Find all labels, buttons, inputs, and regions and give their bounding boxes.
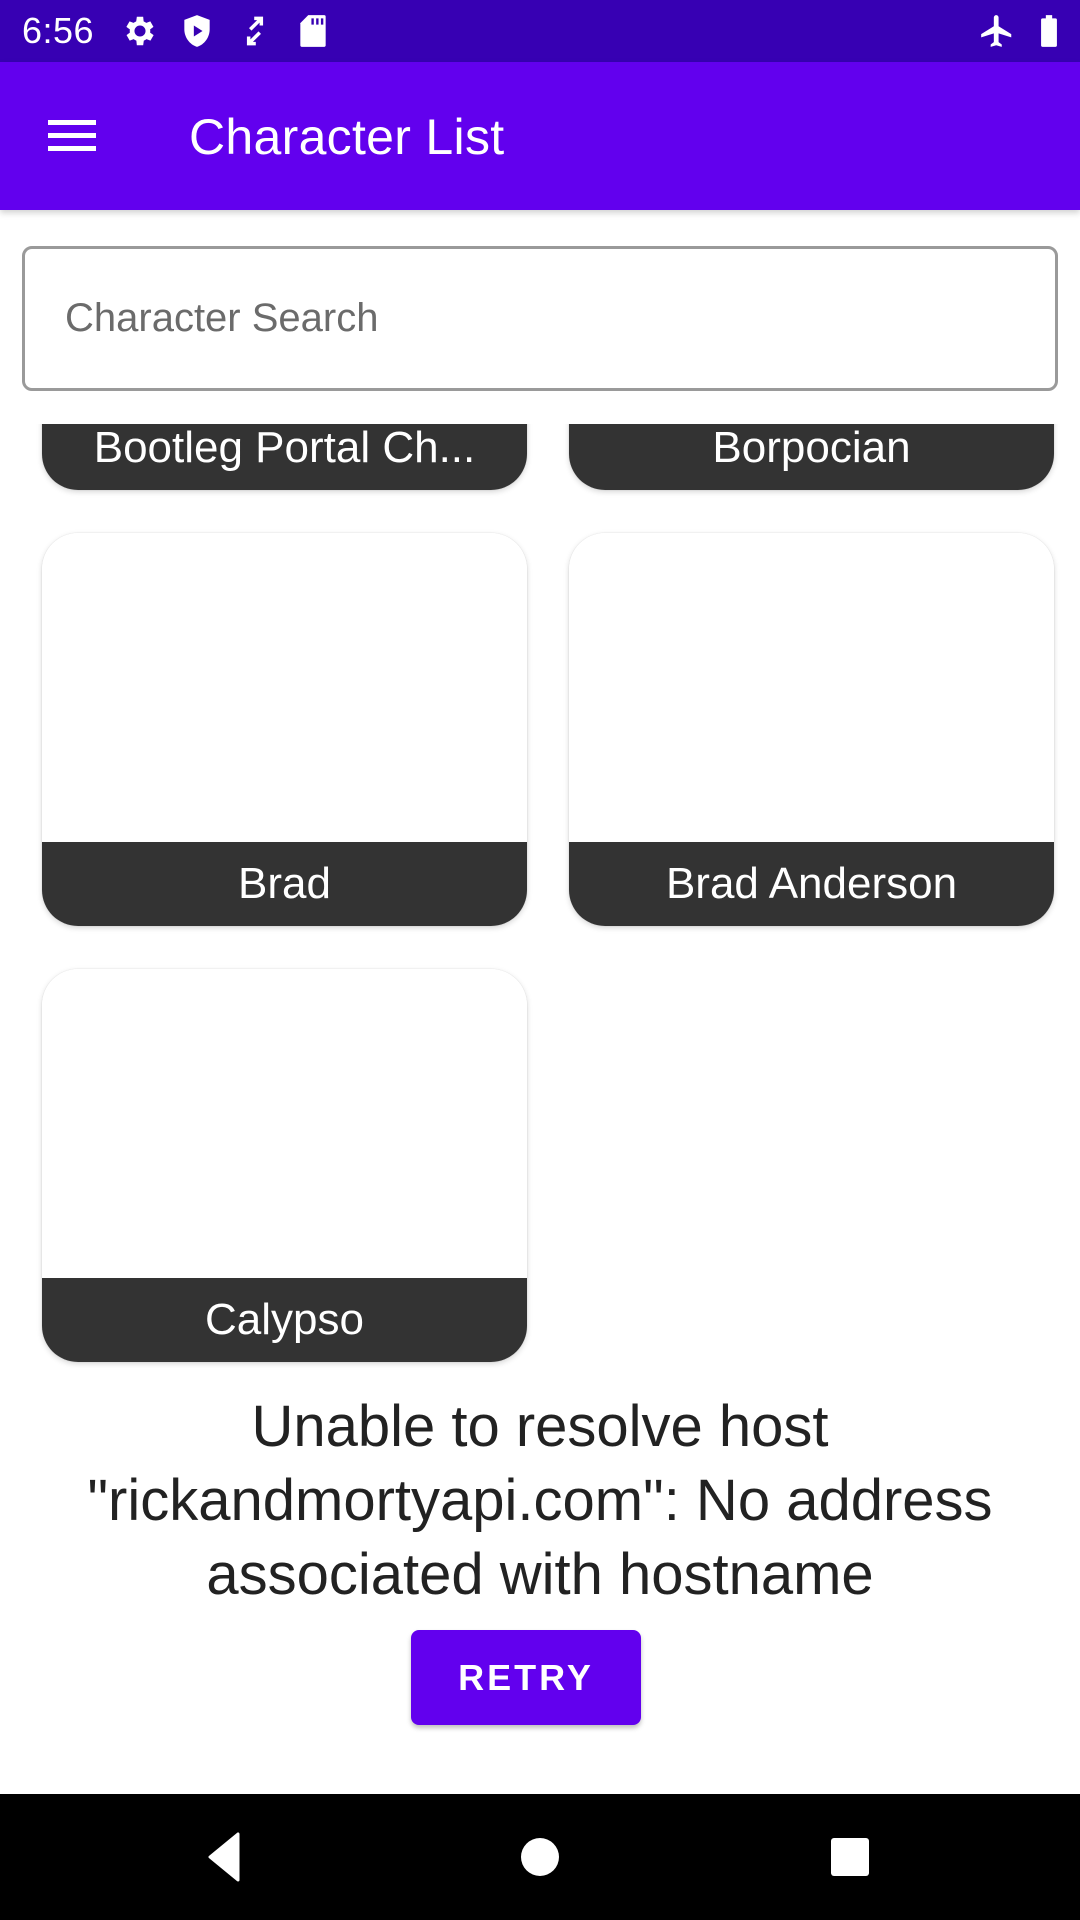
character-image bbox=[569, 533, 1054, 842]
character-name: Brad Anderson bbox=[569, 842, 1054, 926]
character-card[interactable]: Calypso bbox=[42, 969, 527, 1362]
character-card[interactable]: Brad bbox=[42, 533, 527, 926]
home-icon[interactable] bbox=[505, 1822, 575, 1892]
character-image bbox=[42, 969, 527, 1278]
character-image bbox=[42, 533, 527, 842]
character-card[interactable]: Bootleg Portal Ch... bbox=[42, 424, 527, 490]
status-time: 6:56 bbox=[22, 10, 95, 51]
sd-card-icon bbox=[294, 12, 332, 50]
character-name: Calypso bbox=[42, 1278, 527, 1362]
character-name: Brad bbox=[42, 842, 527, 926]
character-card[interactable]: Borpocian bbox=[569, 424, 1054, 490]
character-name: Bootleg Portal Ch... bbox=[42, 424, 527, 490]
system-nav-bar bbox=[0, 1794, 1080, 1920]
hamburger-menu-icon[interactable] bbox=[30, 100, 114, 172]
back-icon[interactable] bbox=[190, 1822, 260, 1892]
data-transfer-icon bbox=[236, 12, 274, 50]
error-message: Unable to resolve host "rickandmortyapi.… bbox=[87, 1394, 993, 1607]
character-name: Borpocian bbox=[569, 424, 1054, 490]
search-field[interactable] bbox=[22, 246, 1058, 391]
shield-play-icon bbox=[178, 12, 216, 50]
recents-icon[interactable] bbox=[815, 1822, 885, 1892]
airplane-mode-icon bbox=[978, 12, 1016, 50]
character-card[interactable]: Brad Anderson bbox=[569, 533, 1054, 926]
app-bar: Character List bbox=[0, 62, 1080, 210]
gear-icon bbox=[121, 12, 159, 50]
status-bar: 6:56 bbox=[0, 0, 1080, 62]
retry-button[interactable]: RETRY bbox=[411, 1630, 641, 1725]
page-title: Character List bbox=[189, 109, 505, 165]
character-search-input[interactable] bbox=[25, 249, 1055, 388]
battery-icon bbox=[1030, 12, 1068, 50]
